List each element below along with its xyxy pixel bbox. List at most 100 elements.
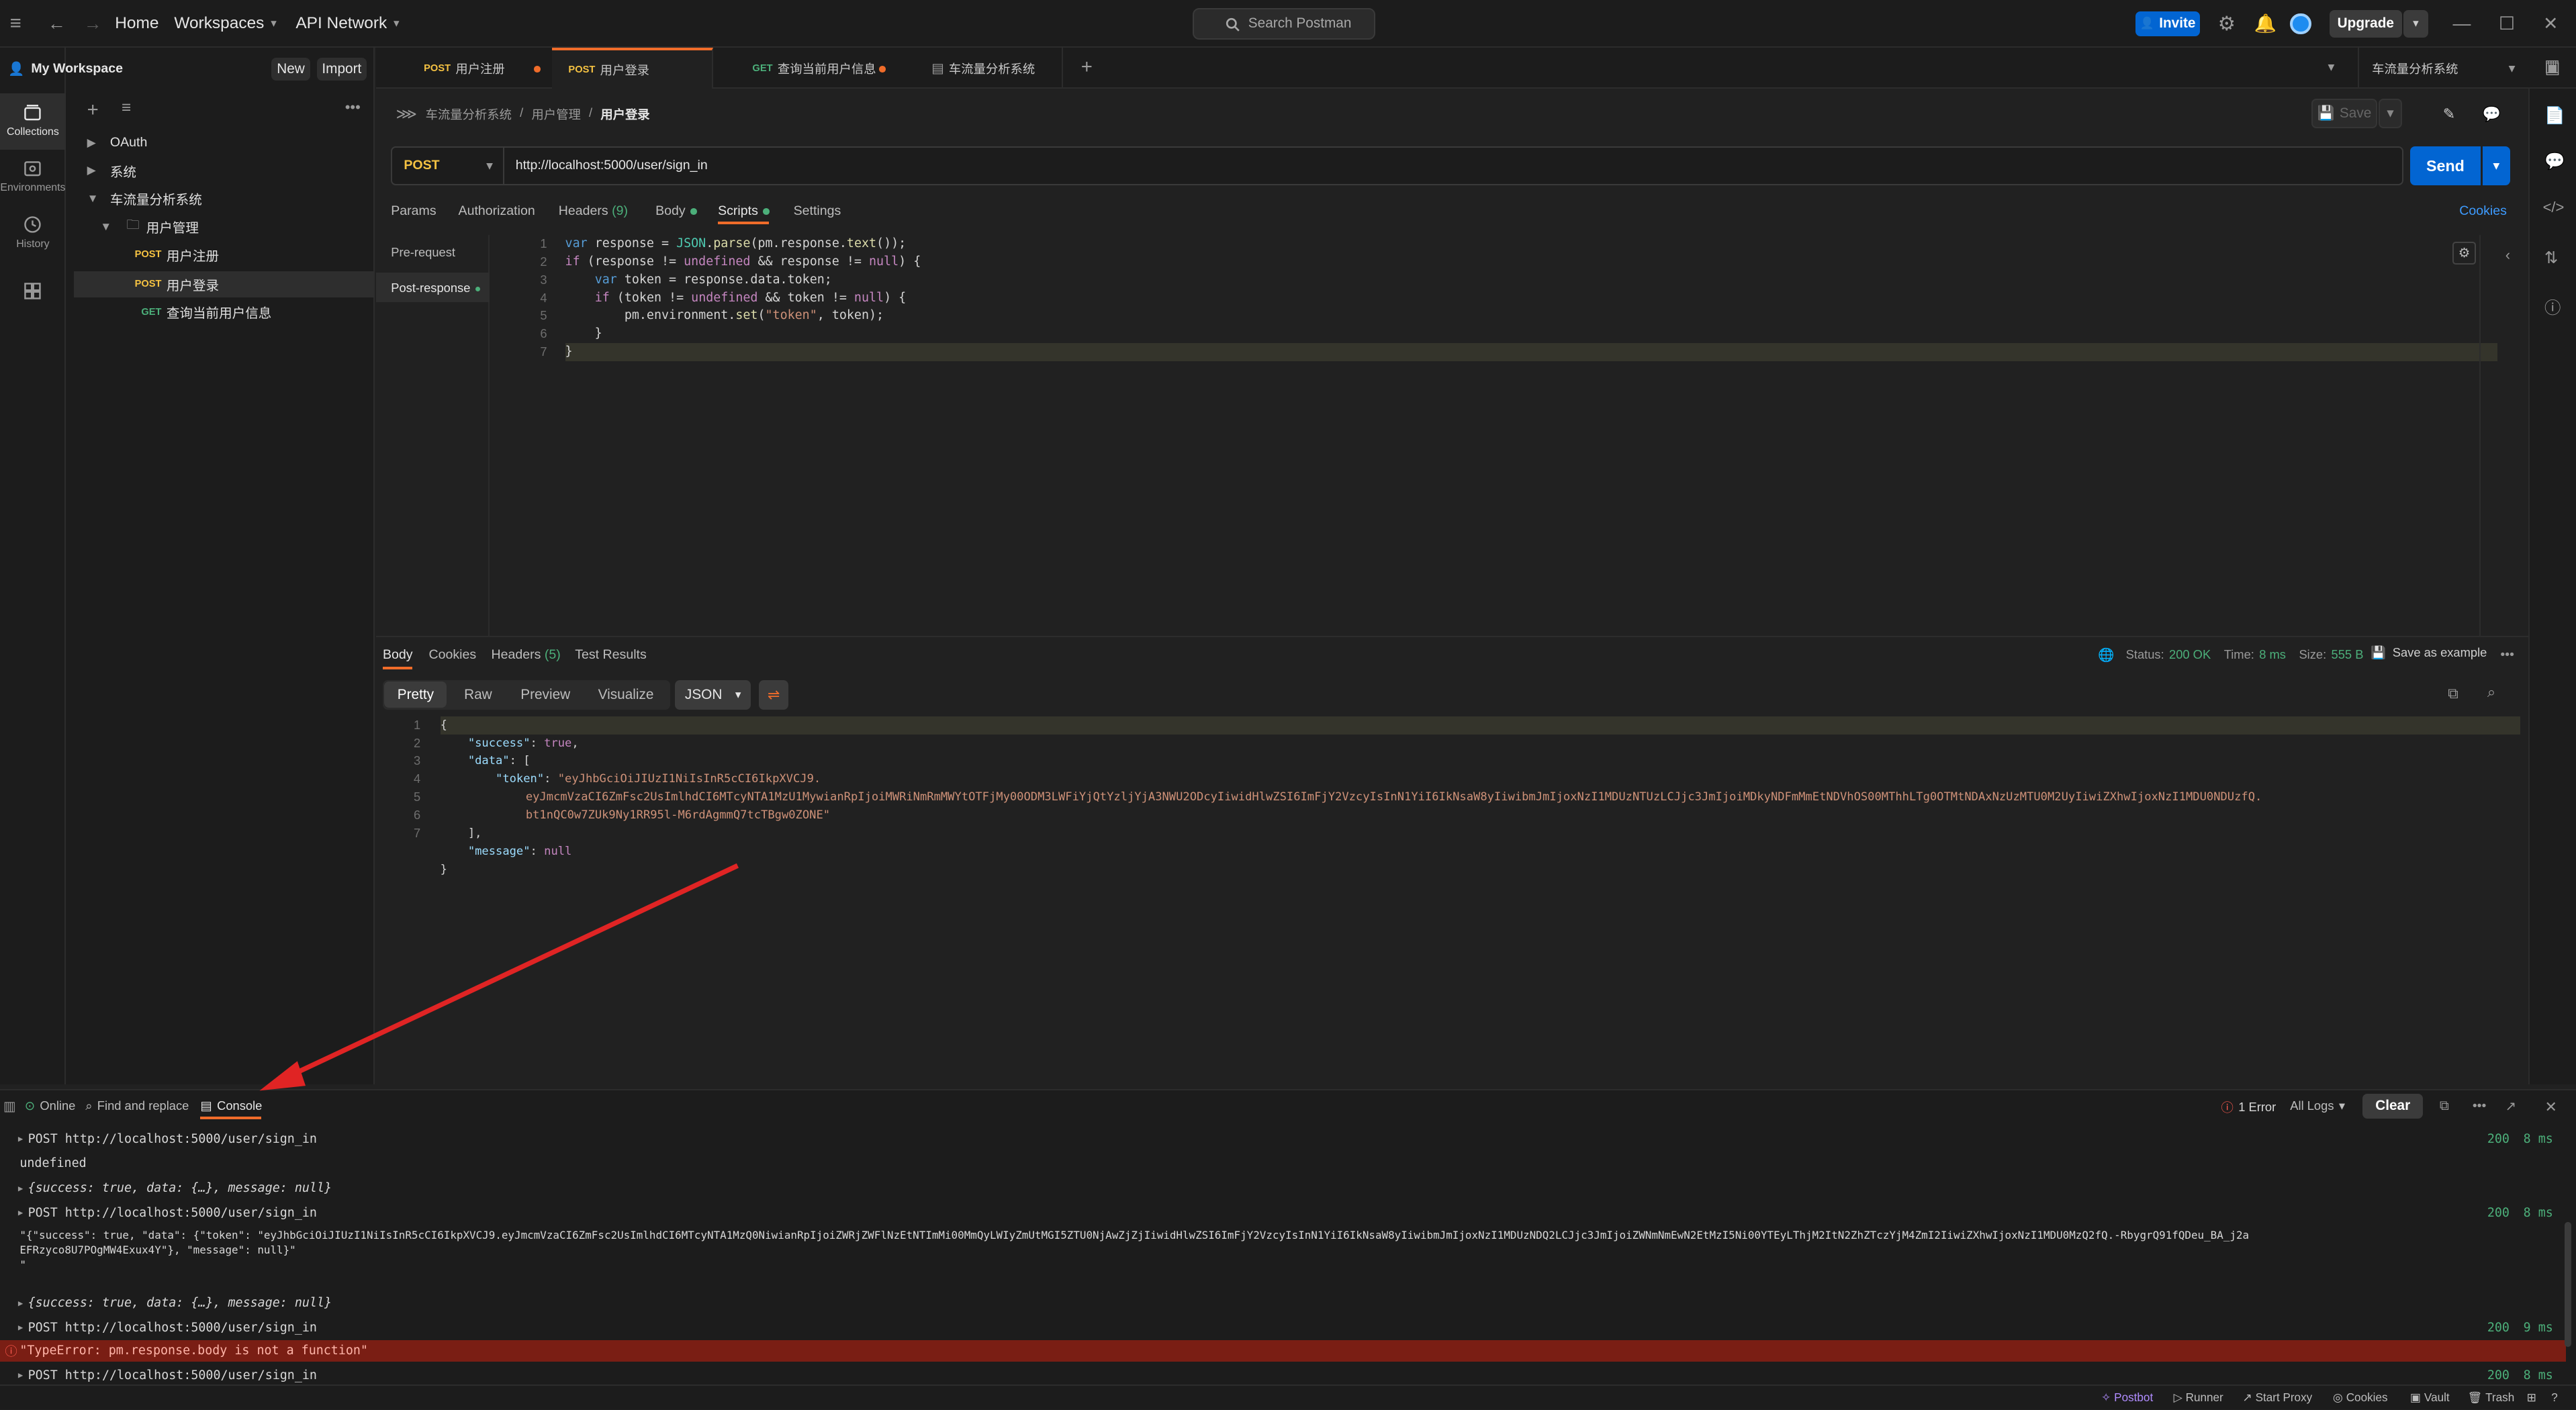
save-chevron-icon[interactable]: ▾ xyxy=(2379,98,2402,128)
response-body[interactable]: { "success": true, "data": [ "token": "e… xyxy=(441,716,2362,879)
trash-button[interactable]: 🗑 Trash xyxy=(2467,1391,2514,1405)
send-button[interactable]: Send xyxy=(2409,146,2481,186)
runner-button[interactable]: ▷ Runner xyxy=(2174,1391,2223,1405)
copy-icon[interactable]: ⧉ xyxy=(2440,1098,2449,1114)
menu-icon[interactable]: ≡ xyxy=(10,0,21,48)
send-chevron-icon[interactable]: ▾ xyxy=(2482,146,2511,186)
invite-button[interactable]: 👤 Invite xyxy=(2135,11,2200,36)
documentation-icon[interactable]: 📄 xyxy=(2544,105,2565,126)
console-tab[interactable]: ▤ Console xyxy=(200,1098,262,1113)
forward-icon[interactable]: → xyxy=(84,0,102,48)
close-icon[interactable]: ✕ xyxy=(2543,0,2559,48)
minimize-icon[interactable]: — xyxy=(2452,0,2471,48)
post-response-tab[interactable]: Post-response xyxy=(391,281,481,295)
wrap-lines-icon[interactable]: ⇌ xyxy=(759,679,789,710)
snippets-icon[interactable]: ⚙ xyxy=(2452,241,2476,265)
related-icon[interactable]: ⇅ xyxy=(2544,248,2559,268)
tab-headers[interactable]: Headers (9) xyxy=(559,203,628,219)
search-icon[interactable]: ⌕ xyxy=(2487,684,2495,701)
vault-button[interactable]: ▣ Vault xyxy=(2410,1391,2450,1405)
cookies-link[interactable]: Cookies xyxy=(2459,203,2507,219)
comment-icon[interactable]: 💬 xyxy=(2483,105,2501,123)
workspaces-menu[interactable]: Workspaces ▾ xyxy=(174,0,276,48)
layout-icon[interactable]: ⊞ xyxy=(2527,1391,2536,1405)
tree-item-traffic-system[interactable]: ▼ 车流量分析系统 xyxy=(87,187,202,210)
help-icon[interactable]: ? xyxy=(2551,1391,2558,1405)
tree-item-oauth[interactable]: ▶ OAuth xyxy=(87,132,148,154)
back-icon[interactable]: ← xyxy=(48,0,66,48)
response-tab-body[interactable]: Body xyxy=(383,647,413,663)
tabs-overflow-icon[interactable]: ▾ xyxy=(2328,59,2335,75)
rail-collections[interactable]: Collections xyxy=(0,93,66,150)
status-value[interactable]: 200 OK xyxy=(2169,647,2211,662)
more-options-icon[interactable]: ••• xyxy=(2473,1098,2487,1114)
log-row-error[interactable]: ⓘ "TypeError: pm.response.body is not a f… xyxy=(0,1340,2567,1362)
log-row[interactable]: ▶ {success: true, data: {…}, message: nul… xyxy=(0,1294,2566,1312)
tab-scripts[interactable]: Scripts xyxy=(718,203,770,219)
log-level-select[interactable]: All Logs ▾ xyxy=(2290,1098,2345,1113)
script-editor[interactable]: var response = JSON.parse(pm.response.te… xyxy=(565,235,921,361)
log-row[interactable]: ▶ POST http://localhost:5000/user/sign_in… xyxy=(0,1366,2566,1384)
tab-body[interactable]: Body xyxy=(655,203,697,219)
upgrade-chevron-icon[interactable]: ▾ xyxy=(2403,9,2428,38)
clear-button[interactable]: Clear xyxy=(2362,1093,2424,1119)
tab-register[interactable]: POST 用户注册 xyxy=(408,48,552,89)
breadcrumb-folder[interactable]: 用户管理 xyxy=(531,105,580,123)
find-replace-button[interactable]: ⌕ Find and replace xyxy=(85,1098,189,1113)
breadcrumb-root[interactable]: 车流量分析系统 xyxy=(426,105,512,123)
view-preview[interactable]: Preview xyxy=(511,682,580,708)
filter-icon[interactable]: ≡ xyxy=(122,99,131,117)
avatar[interactable] xyxy=(2290,13,2312,35)
log-row[interactable]: ▶ POST http://localhost:5000/user/sign_in… xyxy=(0,1130,2566,1148)
import-button[interactable]: Import xyxy=(317,57,367,81)
view-visualize[interactable]: Visualize xyxy=(585,682,667,708)
rail-history[interactable]: History xyxy=(0,205,66,261)
tree-item-user-management[interactable]: ▼ 🗀 用户管理 xyxy=(100,215,199,238)
tab-current-user[interactable]: GET 查询当前用户信息 xyxy=(736,48,901,89)
url-input[interactable]: http://localhost:5000/user/sign_in xyxy=(516,148,708,184)
new-tab-icon[interactable]: + xyxy=(1081,56,1093,79)
start-proxy-button[interactable]: ↗ Start Proxy xyxy=(2242,1391,2312,1405)
tree-item-login[interactable]: POST 用户登录 xyxy=(135,273,219,295)
home-link[interactable]: Home xyxy=(115,0,158,48)
save-button[interactable]: 💾 Save xyxy=(2311,98,2377,128)
maximize-icon[interactable]: ☐ xyxy=(2499,0,2515,48)
log-row[interactable]: ▶ POST http://localhost:5000/user/sign_in… xyxy=(0,1319,2566,1337)
postbot-button[interactable]: ✧ Postbot xyxy=(2101,1391,2153,1405)
sidebar-toggle-icon[interactable]: ▥ xyxy=(2544,56,2560,76)
rail-more[interactable] xyxy=(0,263,66,318)
log-row[interactable]: ▶ {success: true, data: {…}, message: nul… xyxy=(0,1179,2566,1197)
settings-icon[interactable]: ⚙ xyxy=(2218,0,2236,48)
new-button[interactable]: New xyxy=(271,57,311,81)
tab-authorization[interactable]: Authorization xyxy=(459,203,535,219)
copy-icon[interactable]: ⧉ xyxy=(2448,685,2458,702)
view-raw[interactable]: Raw xyxy=(450,682,506,708)
workspace-title[interactable]: 👤 My Workspace xyxy=(8,61,123,77)
method-select[interactable]: POST ▾ xyxy=(392,147,504,184)
bell-icon[interactable]: 🔔 xyxy=(2254,0,2276,48)
tree-item-register[interactable]: POST 用户注册 xyxy=(135,243,219,266)
size-value[interactable]: 555 B xyxy=(2332,647,2364,662)
more-options-icon[interactable]: ••• xyxy=(345,99,361,116)
tab-params[interactable]: Params xyxy=(391,203,436,219)
console-scrollbar[interactable] xyxy=(2564,1221,2571,1347)
toggle-sidebar-icon[interactable]: ▥ xyxy=(3,1098,15,1115)
tree-item-current-user[interactable]: GET 查询当前用户信息 xyxy=(141,301,271,324)
api-network-menu[interactable]: API Network ▾ xyxy=(295,0,399,48)
edit-icon[interactable]: ✎ xyxy=(2443,105,2455,123)
tree-item-system[interactable]: ▶ 系统 xyxy=(87,159,136,182)
cookies-button[interactable]: ◎ Cookies xyxy=(2333,1391,2388,1405)
errors-filter[interactable]: ⓘ 1 Error xyxy=(2221,1098,2276,1116)
response-tab-tests[interactable]: Test Results xyxy=(575,647,647,663)
search-input[interactable]: Search Postman xyxy=(1193,8,1375,40)
upgrade-button[interactable]: Upgrade xyxy=(2329,9,2402,38)
add-icon[interactable]: + xyxy=(87,99,99,122)
pop-out-icon[interactable]: ↗ xyxy=(2505,1098,2516,1115)
comments-icon[interactable]: 💬 xyxy=(2544,151,2565,171)
pre-request-tab[interactable]: Pre-request xyxy=(391,245,455,260)
tab-login[interactable]: POST 用户登录 xyxy=(551,47,713,89)
view-pretty[interactable]: Pretty xyxy=(384,682,447,708)
code-icon[interactable]: </> xyxy=(2543,199,2565,216)
tab-collection[interactable]: ▤ 车流量分析系统 xyxy=(915,47,1063,89)
format-select[interactable]: JSON ▾ xyxy=(675,679,751,710)
